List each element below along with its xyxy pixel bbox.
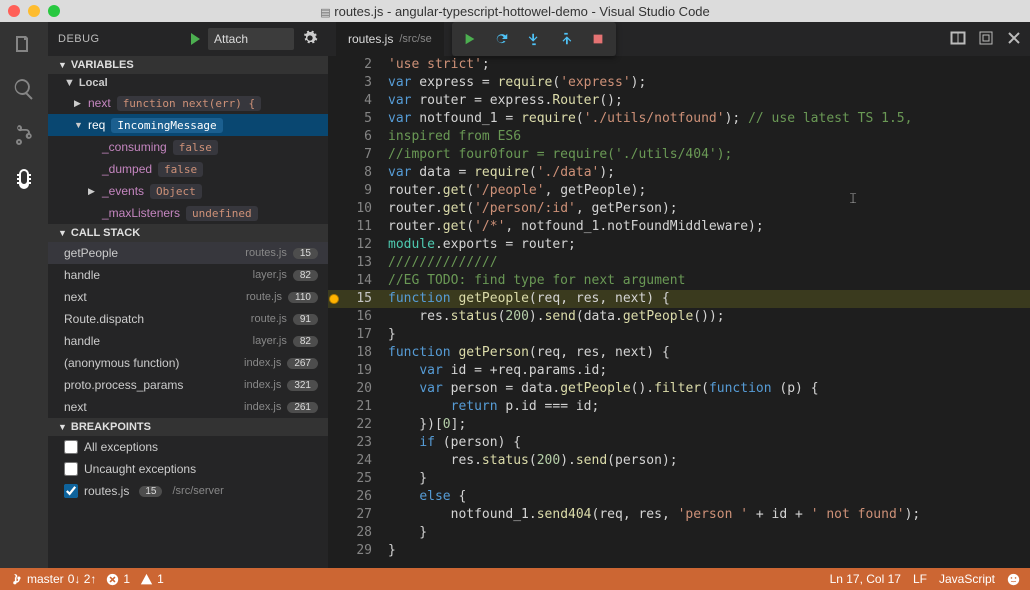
warnings-count[interactable]: 1 [140,572,164,586]
bp-uncaught-exceptions-checkbox[interactable] [64,462,78,476]
stack-frame[interactable]: proto.process_paramsindex.js321 [48,374,328,396]
continue-button[interactable] [456,25,484,53]
code-line[interactable]: 11router.get('/*', notfound_1.notFoundMi… [328,218,1030,236]
variable-row[interactable]: _consuming false [48,136,328,158]
tab-filename: routes.js [348,32,393,46]
code-line[interactable]: 9router.get('/people', getPeople); [328,182,1030,200]
code-line[interactable]: 15function getPeople(req, res, next) { [328,290,1030,308]
variable-row[interactable]: _maxListeners undefined [48,202,328,224]
bp-file[interactable]: routes.js 15 /src/server [48,480,328,502]
start-debug-button[interactable] [191,33,200,45]
language-mode[interactable]: JavaScript [939,572,995,586]
debug-label: DEBUG [58,33,100,45]
code-line[interactable]: 16 res.status(200).send(data.getPeople()… [328,308,1030,326]
step-into-button[interactable] [520,25,548,53]
stack-frame[interactable]: handlelayer.js82 [48,330,328,352]
git-branch[interactable]: master 0↓ 2↑ [10,572,96,586]
bp-all-exceptions[interactable]: All exceptions [48,436,328,458]
explorer-icon[interactable] [12,32,36,59]
code-editor[interactable]: 2'use strict';3var express = require('ex… [328,56,1030,568]
window-titlebar: ▤ routes.js - angular-typescript-hottowe… [0,0,1030,22]
code-line[interactable]: 22 })[0]; [328,416,1030,434]
errors-count[interactable]: 1 [106,572,130,586]
breakpoint-icon[interactable] [329,294,339,304]
editor-tabs: routes.js /src/se [328,22,1030,56]
code-line[interactable]: 3var express = require('express'); [328,74,1030,92]
local-scope[interactable]: ▼Local [48,74,328,92]
breakpoints-section[interactable]: ▼BREAKPOINTS [48,418,328,436]
stack-frame[interactable]: getPeopleroutes.js15 [48,242,328,264]
variable-row[interactable]: ▼req IncomingMessage [48,114,328,136]
debug-toolbar[interactable] [452,22,616,56]
code-line[interactable]: 18function getPerson(req, res, next) { [328,344,1030,362]
code-line[interactable]: 25 } [328,470,1030,488]
debug-icon[interactable] [12,167,36,194]
bp-uncaught-exceptions[interactable]: Uncaught exceptions [48,458,328,480]
step-over-button[interactable] [488,25,516,53]
callstack-section[interactable]: ▼CALL STACK [48,224,328,242]
debug-config-select[interactable]: Attach [208,28,294,50]
code-line[interactable]: 19 var id = +req.params.id; [328,362,1030,380]
code-line[interactable]: 6inspired from ES6 [328,128,1030,146]
editor-area: routes.js /src/se 2'use strict';3var exp… [328,22,1030,568]
tab-path: /src/se [399,33,431,45]
debug-header: DEBUG Attach [48,22,328,56]
debug-sidebar: DEBUG Attach ▼VARIABLES ▼Local ▶next fun… [48,22,328,568]
variables-section[interactable]: ▼VARIABLES [48,56,328,74]
status-bar: master 0↓ 2↑ 1 1 Ln 17, Col 17 LF JavaSc… [0,568,1030,590]
split-editor-icon[interactable] [950,30,966,49]
variable-row[interactable]: ▶next function next(err) { [48,92,328,114]
text-cursor-icon: 𝙸 [848,190,858,207]
window-title: ▤ routes.js - angular-typescript-hottowe… [0,4,1030,19]
code-line[interactable]: 29} [328,542,1030,560]
feedback-icon[interactable] [1007,573,1020,586]
cursor-position[interactable]: Ln 17, Col 17 [830,572,901,586]
activity-bar [0,22,48,568]
code-line[interactable]: 12module.exports = router; [328,236,1030,254]
bp-line-badge: 15 [139,486,162,497]
tab-routes[interactable]: routes.js /src/se [336,22,444,56]
variable-row[interactable]: ▶_events Object [48,180,328,202]
code-line[interactable]: 26 else { [328,488,1030,506]
stack-frame[interactable]: (anonymous function)index.js267 [48,352,328,374]
code-line[interactable]: 10router.get('/person/:id', getPerson); [328,200,1030,218]
stop-button[interactable] [584,25,612,53]
code-line[interactable]: 2'use strict'; [328,56,1030,74]
step-out-button[interactable] [552,25,580,53]
code-line[interactable]: 4var router = express.Router(); [328,92,1030,110]
close-editor-icon[interactable] [1006,30,1022,49]
stack-frame[interactable]: handlelayer.js82 [48,264,328,286]
stack-frame[interactable]: Route.dispatchroute.js91 [48,308,328,330]
code-line[interactable]: 14//EG TODO: find type for next argument [328,272,1030,290]
bp-all-exceptions-checkbox[interactable] [64,440,78,454]
stack-frame[interactable]: nextindex.js261 [48,396,328,418]
code-line[interactable]: 7//import four0four = require('./utils/4… [328,146,1030,164]
code-line[interactable]: 23 if (person) { [328,434,1030,452]
eol-indicator[interactable]: LF [913,572,927,586]
more-icon[interactable] [978,30,994,49]
code-line[interactable]: 27 notfound_1.send404(req, res, 'person … [328,506,1030,524]
search-icon[interactable] [12,77,36,104]
code-line[interactable]: 17} [328,326,1030,344]
code-line[interactable]: 5var notfound_1 = require('./utils/notfo… [328,110,1030,128]
source-control-icon[interactable] [12,122,36,149]
code-line[interactable]: 28 } [328,524,1030,542]
bp-file-checkbox[interactable] [64,484,78,498]
code-line[interactable]: 24 res.status(200).send(person); [328,452,1030,470]
variable-row[interactable]: _dumped false [48,158,328,180]
stack-frame[interactable]: nextroute.js110 [48,286,328,308]
code-line[interactable]: 8var data = require('./data'); [328,164,1030,182]
code-line[interactable]: 13////////////// [328,254,1030,272]
code-line[interactable]: 21 return p.id === id; [328,398,1030,416]
code-line[interactable]: 20 var person = data.getPeople().filter(… [328,380,1030,398]
gear-icon[interactable] [302,30,318,49]
